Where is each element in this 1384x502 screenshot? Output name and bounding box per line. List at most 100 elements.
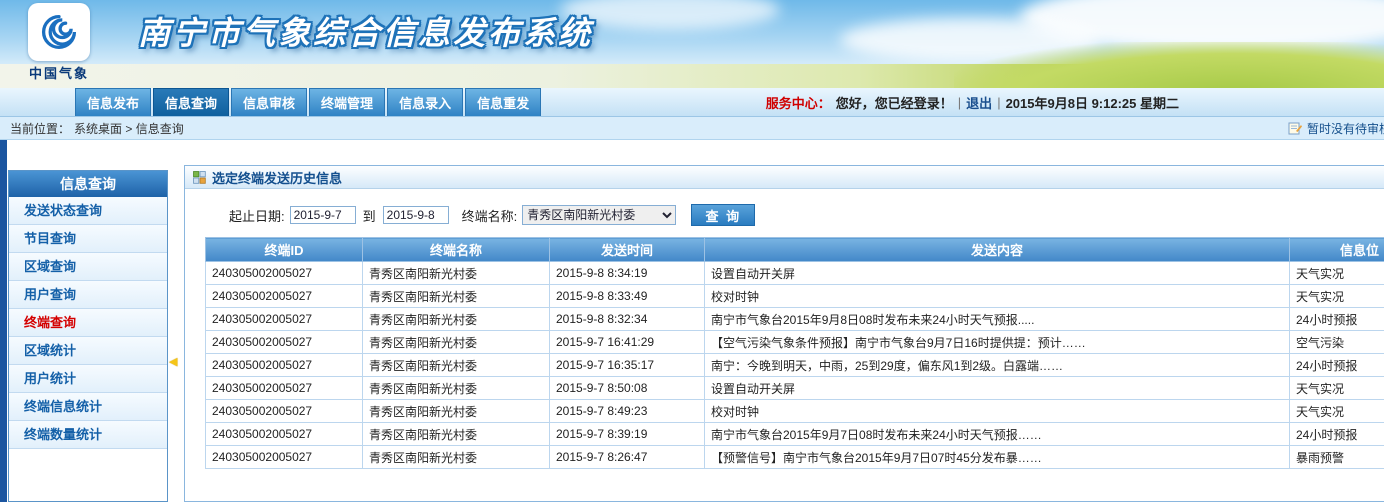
table-row[interactable]: 240305002005027青秀区南阳新光村委2015-9-7 8:26:47… [206,446,1384,469]
cell-send-time: 2015-9-7 8:39:19 [550,423,705,446]
cell-terminal-id: 240305002005027 [206,308,363,331]
logout-link[interactable]: 退出 [966,93,992,112]
cell-terminal-name: 青秀区南阳新光村委 [363,285,550,308]
cell-terminal-id: 240305002005027 [206,331,363,354]
cell-send-content: 南宁市气象台2015年9月7日08时发布未来24小时天气预报…… [705,423,1290,446]
nav-tab[interactable]: 信息录入 [387,88,463,116]
table-row[interactable]: 240305002005027青秀区南阳新光村委2015-9-7 8:39:19… [206,423,1384,446]
cell-send-content: 设置自动开关屏 [705,377,1290,400]
sidebar-item[interactable]: 终端数量统计 [9,421,167,449]
cell-send-time: 2015-9-8 8:33:49 [550,285,705,308]
cell-send-time: 2015-9-7 16:41:29 [550,331,705,354]
table-row[interactable]: 240305002005027青秀区南阳新光村委2015-9-7 8:49:23… [206,400,1384,423]
nav-tab[interactable]: 信息查询 [153,88,229,116]
sidebar-title: 信息查询 [9,171,167,197]
breadcrumb-label: 当前位置： [10,120,70,137]
sidebar-collapse-arrow-icon[interactable]: ◀ [169,355,177,368]
cell-send-time: 2015-9-8 8:32:34 [550,308,705,331]
user-info-bar: 服务中心： 您好，您已经登录！ | 退出 | 2015年9月8日 9:12:25… [766,88,1179,116]
cell-info-type: 空气污染 [1290,331,1384,354]
panel-title-bar: 选定终端发送历史信息 [185,166,1384,189]
cell-send-content: 【预警信号】南宁市气象台2015年9月7日07时45分发布暴…… [705,446,1290,469]
cma-logo-icon [28,3,90,61]
cell-send-time: 2015-9-7 8:26:47 [550,446,705,469]
cell-send-content: 校对时钟 [705,400,1290,423]
search-button[interactable]: 查 询 [691,204,755,226]
breadcrumb: 系统桌面 > 信息查询 [74,120,184,137]
page-title: 南宁市气象综合信息发布系统 [138,8,593,54]
left-border-strip [0,140,7,502]
nav-tab[interactable]: 终端管理 [309,88,385,116]
cell-terminal-id: 240305002005027 [206,262,363,285]
date-range-label: 起止日期: [229,206,285,225]
note-icon [1288,122,1302,135]
current-datetime: 2015年9月8日 9:12:25 星期二 [1006,93,1179,112]
cell-send-time: 2015-9-7 16:35:17 [550,354,705,377]
history-table: 终端ID终端名称发送时间发送内容信息位 240305002005027青秀区南阳… [205,237,1384,469]
panel-title: 选定终端发送历史信息 [212,168,342,187]
cell-terminal-name: 青秀区南阳新光村委 [363,354,550,377]
sidebar-item[interactable]: 用户统计 [9,365,167,393]
nav-tabs: 信息发布信息查询信息审核终端管理信息录入信息重发 [75,88,541,116]
cell-terminal-id: 240305002005027 [206,400,363,423]
column-header: 发送内容 [705,238,1290,262]
sidebar-item[interactable]: 发送状态查询 [9,197,167,225]
content-area: 信息查询 发送状态查询节目查询区域查询用户查询终端查询区域统计用户统计终端信息统… [0,140,1384,502]
main-navbar: 信息发布信息查询信息审核终端管理信息录入信息重发 服务中心： 您好，您已经登录！… [0,88,1384,117]
nav-tab[interactable]: 信息重发 [465,88,541,116]
sidebar-item[interactable]: 用户查询 [9,281,167,309]
sidebar-item[interactable]: 区域统计 [9,337,167,365]
audit-notice-text: 暂时没有待审核信息 [1307,120,1384,137]
column-header: 信息位 [1290,238,1384,262]
cell-terminal-id: 240305002005027 [206,377,363,400]
cell-info-type: 天气实况 [1290,377,1384,400]
sidebar-item[interactable]: 节目查询 [9,225,167,253]
cell-terminal-name: 青秀区南阳新光村委 [363,377,550,400]
sidebar-item[interactable]: 区域查询 [9,253,167,281]
query-form: 起止日期: 到 终端名称: 青秀区南阳新光村委 查 询 [229,203,1384,227]
sidebar-menu: 发送状态查询节目查询区域查询用户查询终端查询区域统计用户统计终端信息统计终端数量… [9,197,167,449]
nav-tab[interactable]: 信息审核 [231,88,307,116]
service-center-label: 服务中心： [766,93,831,112]
cell-terminal-id: 240305002005027 [206,446,363,469]
cell-terminal-name: 青秀区南阳新光村委 [363,423,550,446]
cell-terminal-name: 青秀区南阳新光村委 [363,331,550,354]
cell-send-content: 南宁市气象台2015年9月8日08时发布未来24小时天气预报..... [705,308,1290,331]
sidebar-item[interactable]: 终端查询 [9,309,167,337]
cell-terminal-id: 240305002005027 [206,423,363,446]
table-row[interactable]: 240305002005027青秀区南阳新光村委2015-9-7 8:50:08… [206,377,1384,400]
table-body: 240305002005027青秀区南阳新光村委2015-9-8 8:34:19… [206,262,1384,469]
nav-tab[interactable]: 信息发布 [75,88,151,116]
banner: 中国气象 南宁市气象综合信息发布系统 [0,0,1384,88]
table-row[interactable]: 240305002005027青秀区南阳新光村委2015-9-8 8:34:19… [206,262,1384,285]
start-date-input[interactable] [290,206,356,224]
cell-info-type: 天气实况 [1290,262,1384,285]
cell-terminal-id: 240305002005027 [206,354,363,377]
cell-send-content: 设置自动开关屏 [705,262,1290,285]
cell-terminal-name: 青秀区南阳新光村委 [363,308,550,331]
terminal-select[interactable]: 青秀区南阳新光村委 [522,205,676,225]
column-header: 发送时间 [550,238,705,262]
table-row[interactable]: 240305002005027青秀区南阳新光村委2015-9-8 8:32:34… [206,308,1384,331]
cell-terminal-name: 青秀区南阳新光村委 [363,446,550,469]
to-label: 到 [363,206,376,225]
table-row[interactable]: 240305002005027青秀区南阳新光村委2015-9-7 16:35:1… [206,354,1384,377]
main-panel: 选定终端发送历史信息 起止日期: 到 终端名称: 青秀区南阳新光村委 查 询 [184,165,1384,502]
cell-send-content: 校对时钟 [705,285,1290,308]
cell-send-time: 2015-9-7 8:49:23 [550,400,705,423]
cell-send-time: 2015-9-7 8:50:08 [550,377,705,400]
table-row[interactable]: 240305002005027青秀区南阳新光村委2015-9-7 16:41:2… [206,331,1384,354]
cell-send-content: 南宁：今晚到明天，中雨，25到29度，偏东风1到2级。白露端…… [705,354,1290,377]
cell-info-type: 暴雨预警 [1290,446,1384,469]
hill-decoration [954,42,1384,88]
column-header: 终端ID [206,238,363,262]
cell-send-time: 2015-9-8 8:34:19 [550,262,705,285]
audit-notice[interactable]: 暂时没有待审核信息 [1288,117,1384,139]
end-date-input[interactable] [383,206,449,224]
terminal-name-label: 终端名称: [462,206,518,225]
sidebar: 信息查询 发送状态查询节目查询区域查询用户查询终端查询区域统计用户统计终端信息统… [8,170,168,502]
sidebar-item[interactable]: 终端信息统计 [9,393,167,421]
table-row[interactable]: 240305002005027青秀区南阳新光村委2015-9-8 8:33:49… [206,285,1384,308]
grid-icon [193,171,206,184]
separator: | [997,95,1000,110]
